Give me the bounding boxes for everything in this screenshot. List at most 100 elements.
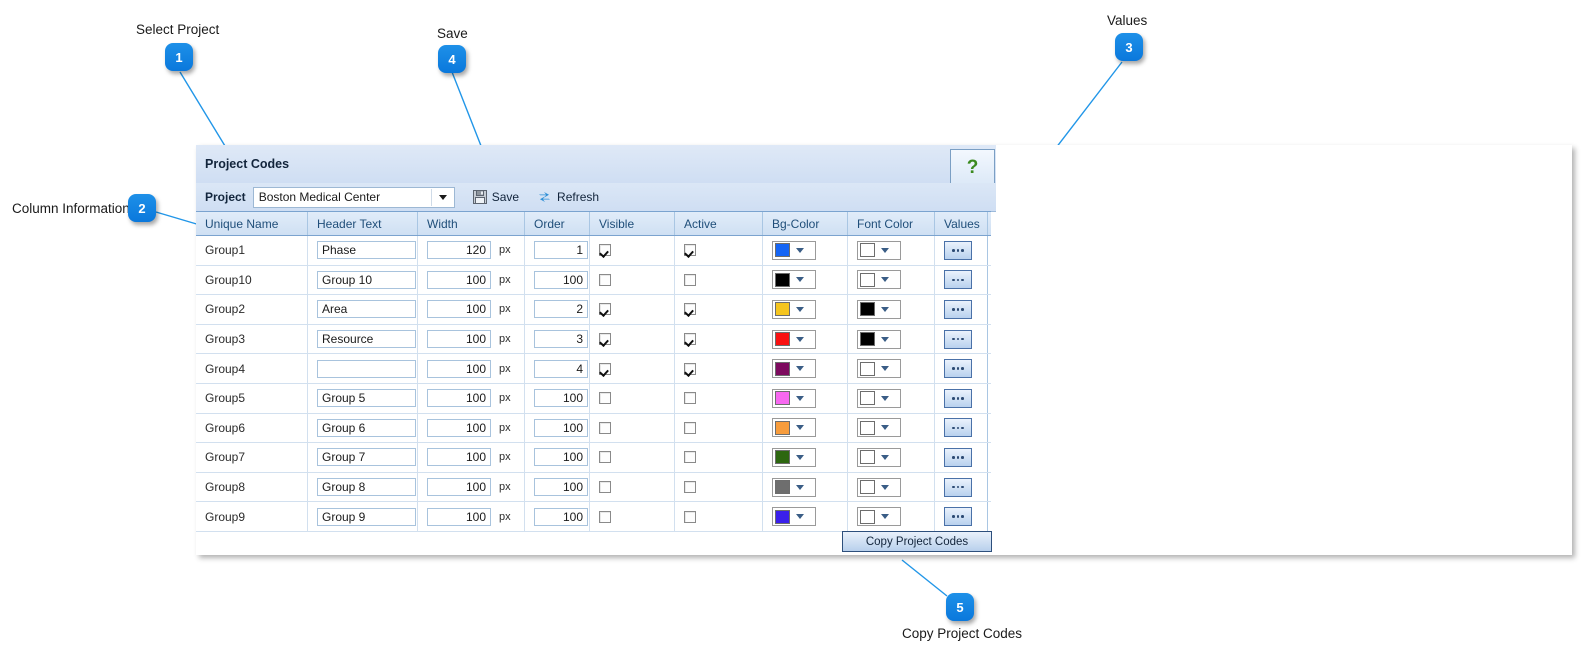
header-text-input[interactable]: Area	[317, 300, 416, 319]
column-header-unique-name[interactable]: Unique Name	[196, 212, 308, 235]
table-row[interactable]: Group5 Group 5 100 px 100	[196, 383, 991, 414]
visible-checkbox[interactable]	[599, 303, 611, 316]
active-checkbox[interactable]	[684, 362, 696, 375]
table-row[interactable]: Group8 Group 8 100 px 100	[196, 472, 991, 503]
callout-badge-1[interactable]: 1	[165, 43, 193, 71]
visible-checkbox[interactable]	[599, 510, 611, 523]
callout-badge-3[interactable]: 3	[1115, 33, 1143, 61]
font-color-picker[interactable]	[857, 359, 901, 379]
project-select[interactable]: Boston Medical Center	[252, 186, 455, 208]
order-input[interactable]: 100	[534, 478, 588, 497]
font-color-picker[interactable]	[857, 477, 901, 497]
order-input[interactable]: 2	[534, 300, 588, 319]
bg-color-picker[interactable]	[772, 418, 816, 438]
visible-checkbox[interactable]	[599, 362, 611, 375]
font-color-picker[interactable]	[857, 447, 901, 467]
visible-checkbox[interactable]	[599, 421, 611, 434]
active-checkbox[interactable]	[684, 244, 696, 257]
order-input[interactable]: 100	[534, 448, 588, 467]
visible-checkbox[interactable]	[599, 392, 611, 405]
column-header-header-text[interactable]: Header Text	[308, 212, 418, 235]
bg-color-picker[interactable]	[772, 359, 816, 379]
table-row[interactable]: Group2 Area 100 px 2	[196, 295, 991, 325]
header-text-input[interactable]: Phase	[317, 241, 416, 260]
values-ellipsis-button[interactable]	[944, 329, 972, 349]
table-row[interactable]: Group9 Group 9 100 px 100	[196, 502, 991, 532]
values-ellipsis-button[interactable]	[944, 507, 972, 527]
header-text-input[interactable]	[317, 359, 416, 378]
table-row[interactable]: Group1 Phase 120 px 1	[196, 236, 991, 266]
values-ellipsis-button[interactable]	[944, 447, 972, 467]
active-checkbox[interactable]	[684, 333, 696, 346]
help-button[interactable]: ?	[950, 149, 995, 187]
font-color-picker[interactable]	[857, 270, 901, 290]
bg-color-picker[interactable]	[772, 270, 816, 290]
width-input[interactable]: 100	[427, 270, 491, 289]
column-header-values[interactable]: Values	[935, 212, 988, 235]
values-ellipsis-button[interactable]	[944, 240, 972, 260]
active-checkbox[interactable]	[684, 510, 696, 523]
font-color-picker[interactable]	[857, 299, 901, 319]
column-header-width[interactable]: Width	[418, 212, 525, 235]
header-text-input[interactable]: Resource	[317, 330, 416, 349]
order-input[interactable]: 3	[534, 330, 588, 349]
visible-checkbox[interactable]	[599, 481, 611, 494]
header-text-input[interactable]: Group 5	[317, 389, 416, 408]
width-input[interactable]: 100	[427, 330, 491, 349]
bg-color-picker[interactable]	[772, 329, 816, 349]
order-input[interactable]: 100	[534, 389, 588, 408]
order-input[interactable]: 100	[534, 507, 588, 526]
width-input[interactable]: 100	[427, 478, 491, 497]
table-row[interactable]: Group6 Group 6 100 px 100	[196, 413, 991, 444]
save-button[interactable]: Save	[472, 190, 519, 204]
font-color-picker[interactable]	[857, 418, 901, 438]
active-checkbox[interactable]	[684, 273, 696, 286]
column-header-visible[interactable]: Visible	[590, 212, 675, 235]
bg-color-picker[interactable]	[772, 477, 816, 497]
callout-badge-2[interactable]: 2	[128, 194, 156, 222]
visible-checkbox[interactable]	[599, 273, 611, 286]
bg-color-picker[interactable]	[772, 447, 816, 467]
order-input[interactable]: 4	[534, 359, 588, 378]
callout-badge-5[interactable]: 5	[946, 593, 974, 621]
chevron-down-icon[interactable]	[430, 188, 454, 206]
width-input[interactable]: 100	[427, 448, 491, 467]
visible-checkbox[interactable]	[599, 333, 611, 346]
values-ellipsis-button[interactable]	[944, 359, 972, 379]
bg-color-picker[interactable]	[772, 388, 816, 408]
width-input[interactable]: 100	[427, 389, 491, 408]
active-checkbox[interactable]	[684, 421, 696, 434]
active-checkbox[interactable]	[684, 392, 696, 405]
active-checkbox[interactable]	[684, 451, 696, 464]
values-ellipsis-button[interactable]	[944, 388, 972, 408]
bg-color-picker[interactable]	[772, 240, 816, 260]
width-input[interactable]: 100	[427, 418, 491, 437]
order-input[interactable]: 100	[534, 270, 588, 289]
font-color-picker[interactable]	[857, 388, 901, 408]
callout-badge-4[interactable]: 4	[438, 45, 466, 73]
table-row[interactable]: Group4 100 px 4	[196, 354, 991, 384]
refresh-button[interactable]: Refresh	[537, 190, 599, 204]
table-row[interactable]: Group7 Group 7 100 px 100	[196, 443, 991, 473]
column-header-bg-color[interactable]: Bg-Color	[763, 212, 848, 235]
header-text-input[interactable]: Group 6	[317, 418, 416, 437]
values-ellipsis-button[interactable]	[944, 477, 972, 497]
header-text-input[interactable]: Group 9	[317, 507, 416, 526]
values-ellipsis-button[interactable]	[944, 418, 972, 438]
column-header-font-color[interactable]: Font Color	[848, 212, 935, 235]
width-input[interactable]: 120	[427, 241, 491, 260]
visible-checkbox[interactable]	[599, 451, 611, 464]
bg-color-picker[interactable]	[772, 299, 816, 319]
font-color-picker[interactable]	[857, 507, 901, 527]
header-text-input[interactable]: Group 7	[317, 448, 416, 467]
font-color-picker[interactable]	[857, 329, 901, 349]
width-input[interactable]: 100	[427, 300, 491, 319]
bg-color-picker[interactable]	[772, 507, 816, 527]
order-input[interactable]: 1	[534, 241, 588, 260]
order-input[interactable]: 100	[534, 418, 588, 437]
values-ellipsis-button[interactable]	[944, 270, 972, 290]
copy-project-codes-button[interactable]: Copy Project Codes	[842, 531, 992, 552]
header-text-input[interactable]: Group 10	[317, 270, 416, 289]
column-header-active[interactable]: Active	[675, 212, 763, 235]
font-color-picker[interactable]	[857, 240, 901, 260]
